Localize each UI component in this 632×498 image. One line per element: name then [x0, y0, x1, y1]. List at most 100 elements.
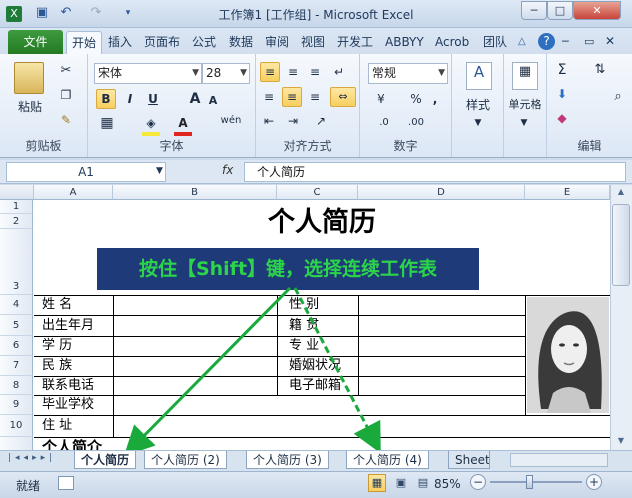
- font-color-button[interactable]: A: [174, 114, 192, 136]
- phonetic-button[interactable]: wén: [216, 112, 246, 130]
- merge-center-icon[interactable]: ⇔: [330, 87, 356, 107]
- row-header-2[interactable]: 2: [0, 214, 33, 229]
- fill-icon[interactable]: ⬇: [553, 85, 571, 103]
- bold-button[interactable]: B: [96, 89, 116, 109]
- underline-button[interactable]: U: [144, 90, 162, 108]
- row-header-8[interactable]: 8: [0, 376, 33, 395]
- decrease-indent-icon[interactable]: ⇤: [260, 112, 278, 130]
- formula-input[interactable]: 个人简历: [244, 162, 626, 182]
- label-major[interactable]: 专 业: [289, 336, 319, 356]
- italic-button[interactable]: I: [121, 90, 139, 108]
- align-middle-icon[interactable]: ≡: [284, 63, 302, 81]
- insert-function-button[interactable]: fx: [222, 163, 233, 177]
- sheet-tab-1[interactable]: 个人简历: [74, 451, 137, 469]
- column-header-a[interactable]: A: [34, 185, 113, 200]
- row-header-7[interactable]: 7: [0, 356, 33, 376]
- tab-review[interactable]: 审阅: [260, 31, 294, 54]
- align-bottom-icon[interactable]: ≡: [306, 63, 324, 81]
- align-center-icon[interactable]: ≡: [282, 87, 302, 107]
- zoom-in-button[interactable]: +: [586, 474, 602, 490]
- copy-icon[interactable]: ❐: [58, 86, 74, 104]
- label-education[interactable]: 学 历: [42, 336, 72, 356]
- zoom-out-button[interactable]: −: [470, 474, 486, 490]
- workbook-restore-icon[interactable]: ▭: [584, 35, 594, 48]
- tab-home[interactable]: 开始: [66, 31, 103, 54]
- scroll-up-icon[interactable]: ▲: [612, 187, 630, 201]
- tab-formulas[interactable]: 公式: [187, 31, 221, 54]
- label-native-place[interactable]: 籍 贯: [289, 316, 319, 336]
- normal-view-icon[interactable]: ▦: [368, 474, 386, 492]
- maximize-button[interactable]: □: [547, 1, 573, 20]
- percent-button[interactable]: %: [408, 90, 424, 108]
- shrink-font-button[interactable]: A: [206, 92, 220, 110]
- label-marital[interactable]: 婚姻状况: [289, 356, 341, 376]
- fill-color-icon[interactable]: ◈: [142, 114, 160, 136]
- tab-data[interactable]: 数据: [224, 31, 258, 54]
- cut-icon[interactable]: ✂: [58, 62, 74, 80]
- zoom-level[interactable]: 85%: [434, 477, 461, 491]
- tab-insert[interactable]: 插入: [103, 31, 137, 54]
- label-intro[interactable]: 个人简介: [42, 437, 102, 450]
- macro-record-icon[interactable]: [58, 476, 74, 490]
- sheet-tab-2[interactable]: 个人简历 (2): [144, 451, 227, 469]
- select-all-corner[interactable]: [0, 185, 34, 200]
- decrease-decimal-button[interactable]: .00: [402, 114, 430, 132]
- row-header-11[interactable]: [0, 437, 33, 450]
- label-ethnicity[interactable]: 民 族: [42, 356, 72, 376]
- resume-title-cell[interactable]: 个人简历: [34, 200, 610, 246]
- align-left-icon[interactable]: ≡: [260, 88, 278, 106]
- name-box[interactable]: A1: [6, 162, 166, 182]
- row-header-9[interactable]: 9: [0, 395, 33, 415]
- page-break-view-icon[interactable]: ▤: [414, 475, 432, 491]
- sheet-tab-3[interactable]: 个人简历 (3): [246, 451, 329, 469]
- chevron-down-icon[interactable]: ▼: [470, 114, 486, 132]
- workbook-close-icon[interactable]: ✕: [605, 34, 615, 48]
- worksheet-grid[interactable]: A B C D E 1 2 3 4 5 6 7 8 9 10 个人简历 姓 名 …: [0, 185, 610, 450]
- minimize-ribbon-icon[interactable]: △: [518, 36, 526, 47]
- increase-decimal-button[interactable]: .0: [370, 114, 398, 132]
- styles-button-label[interactable]: 样式: [452, 96, 504, 114]
- font-size-select[interactable]: 28 ▼: [202, 63, 250, 84]
- name-box-dropdown-icon[interactable]: ▼: [156, 166, 163, 176]
- format-painter-icon[interactable]: ✎: [58, 111, 74, 129]
- paste-icon[interactable]: [14, 62, 44, 94]
- close-button[interactable]: ✕: [573, 1, 621, 20]
- zoom-slider-thumb[interactable]: [526, 475, 533, 489]
- help-icon[interactable]: ?: [538, 33, 555, 50]
- cells-icon[interactable]: ▦: [512, 62, 538, 90]
- label-gender[interactable]: 性 别: [289, 295, 319, 315]
- cells-button-label[interactable]: 单元格: [502, 96, 548, 114]
- row-header-4[interactable]: 4: [0, 295, 33, 315]
- grow-font-button[interactable]: A: [186, 90, 204, 108]
- horizontal-scrollbar[interactable]: [510, 453, 608, 467]
- row-header-3[interactable]: 3: [0, 229, 33, 295]
- label-email[interactable]: 电子邮箱: [289, 376, 341, 396]
- scroll-down-icon[interactable]: ▼: [612, 436, 630, 450]
- clear-icon[interactable]: ◆: [553, 109, 571, 127]
- scroll-thumb[interactable]: [612, 204, 630, 286]
- label-address[interactable]: 住 址: [42, 416, 72, 436]
- find-select-icon[interactable]: ⌕: [607, 88, 629, 116]
- font-name-select[interactable]: 宋体 ▼: [94, 63, 202, 84]
- tab-developer[interactable]: 开发工: [332, 31, 378, 54]
- align-right-icon[interactable]: ≡: [306, 88, 324, 106]
- align-top-icon[interactable]: ≡: [260, 62, 280, 82]
- sheet-nav-arrows-icon[interactable]: |◂◂▸▸|: [8, 453, 56, 463]
- column-header-c[interactable]: C: [277, 185, 358, 200]
- page-layout-view-icon[interactable]: ▣: [392, 475, 410, 491]
- orientation-icon[interactable]: ↗: [312, 112, 330, 130]
- wrap-text-icon[interactable]: ↵: [330, 63, 348, 81]
- row-header-1[interactable]: 1: [0, 200, 33, 214]
- increase-indent-icon[interactable]: ⇥: [284, 112, 302, 130]
- tab-abbyy[interactable]: ABBYY: [380, 31, 429, 54]
- sum-button[interactable]: Σ: [553, 61, 571, 79]
- sort-filter-icon[interactable]: ⇅: [589, 61, 611, 89]
- tab-team[interactable]: 团队: [478, 31, 512, 54]
- row-header-5[interactable]: 5: [0, 315, 33, 336]
- file-tab[interactable]: 文件: [8, 30, 63, 54]
- zoom-slider-track[interactable]: [490, 481, 582, 483]
- label-name[interactable]: 姓 名: [42, 295, 72, 315]
- borders-icon[interactable]: ▦: [98, 114, 116, 132]
- comma-button[interactable]: ,: [428, 90, 442, 108]
- number-format-select[interactable]: 常规 ▼: [368, 63, 448, 84]
